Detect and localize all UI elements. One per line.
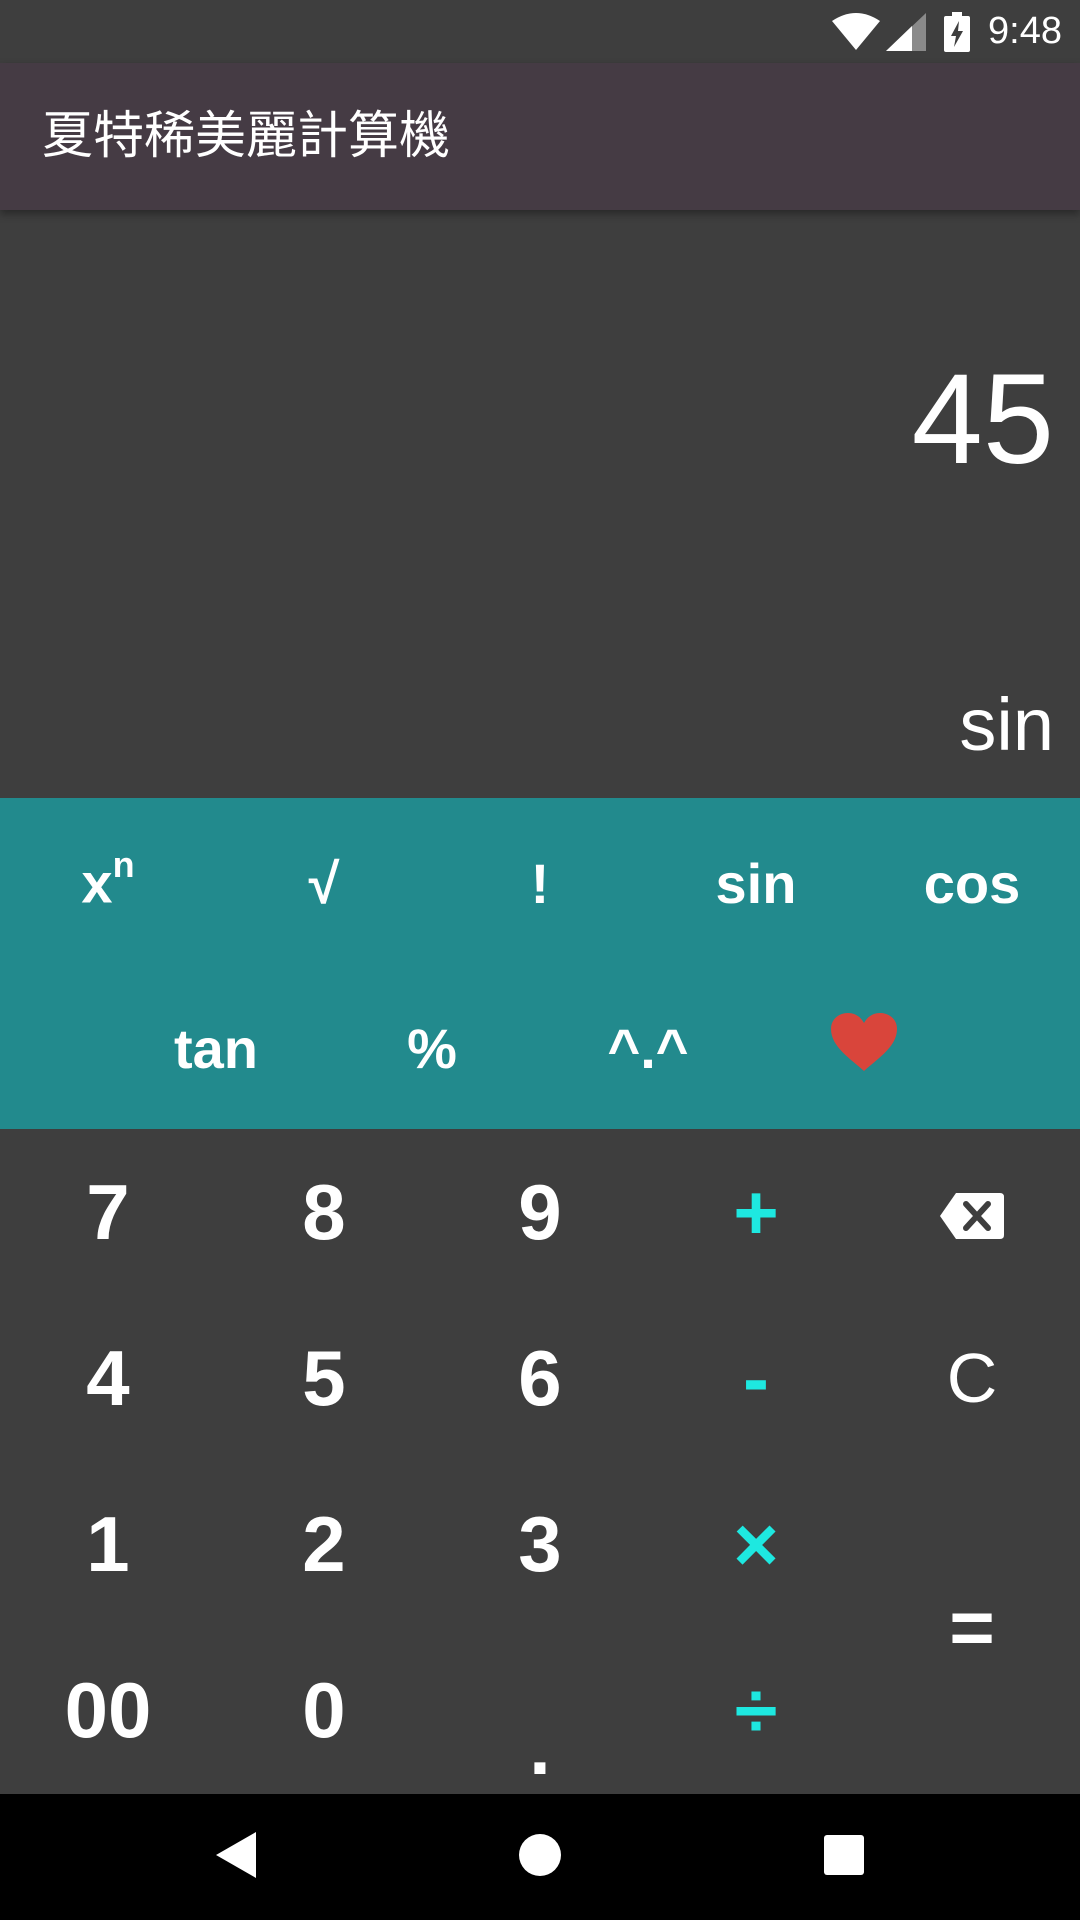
key-1[interactable]: 1 <box>0 1461 216 1627</box>
multiply-button[interactable]: × <box>648 1461 864 1627</box>
recents-icon <box>824 1834 864 1880</box>
power-button-label: xn <box>81 844 135 915</box>
calculator-screen: 9:48 夏特稀美麗計算機 45 sin xn √ ! sin cos tan … <box>0 0 1080 1920</box>
key-7[interactable]: 7 <box>0 1129 216 1295</box>
key-2[interactable]: 2 <box>216 1461 432 1627</box>
smiley-button[interactable]: ^.^ <box>540 968 756 1128</box>
status-icons: 9:48 <box>832 0 1062 63</box>
recents-button[interactable] <box>774 1794 914 1920</box>
tan-button[interactable]: tan <box>108 968 324 1128</box>
home-icon <box>518 1833 562 1882</box>
status-time: 9:48 <box>988 10 1062 52</box>
display-value: 45 <box>911 348 1054 491</box>
app-title: 夏特稀美麗計算機 <box>42 107 451 166</box>
cos-button[interactable]: cos <box>864 803 1080 963</box>
factorial-button[interactable]: ! <box>432 803 648 963</box>
app-bar: 夏特稀美麗計算機 <box>0 63 1080 210</box>
percent-button[interactable]: % <box>324 968 540 1128</box>
navigation-bar <box>0 1794 1080 1920</box>
display-operation: sin <box>959 683 1054 766</box>
back-button[interactable] <box>166 1794 306 1920</box>
decimal-button[interactable]: . <box>432 1627 648 1793</box>
wifi-icon <box>832 12 881 51</box>
key-00[interactable]: 00 <box>0 1627 216 1793</box>
key-0[interactable]: 0 <box>216 1627 432 1793</box>
status-bar: 9:48 <box>0 0 1080 63</box>
add-button[interactable]: + <box>648 1129 864 1295</box>
power-button[interactable]: xn <box>0 803 216 963</box>
sqrt-button[interactable]: √ <box>216 803 432 963</box>
heart-button[interactable] <box>756 968 972 1128</box>
back-icon <box>216 1831 256 1883</box>
heart-icon <box>831 1012 897 1084</box>
subtract-button[interactable]: - <box>648 1295 864 1461</box>
key-3[interactable]: 3 <box>432 1461 648 1627</box>
sin-button[interactable]: sin <box>648 803 864 963</box>
key-4[interactable]: 4 <box>0 1295 216 1461</box>
signal-icon <box>886 12 927 51</box>
key-5[interactable]: 5 <box>216 1295 432 1461</box>
key-6[interactable]: 6 <box>432 1295 648 1461</box>
scientific-panel: xn √ ! sin cos tan % ^.^ <box>0 798 1080 1129</box>
backspace-icon <box>940 1167 1004 1258</box>
clear-button[interactable]: C <box>864 1295 1080 1461</box>
home-button[interactable] <box>470 1794 610 1920</box>
divide-button[interactable]: ÷ <box>648 1627 864 1793</box>
key-9[interactable]: 9 <box>432 1129 648 1295</box>
key-8[interactable]: 8 <box>216 1129 432 1295</box>
battery-charging-icon <box>944 11 971 52</box>
equals-button[interactable]: = <box>864 1461 1080 1793</box>
calculator-display: 45 sin <box>0 210 1080 798</box>
keypad: 7 8 9 + 4 5 6 - C 1 2 3 × 00 0 . ÷ = <box>0 1129 1080 1794</box>
backspace-button[interactable] <box>864 1129 1080 1295</box>
